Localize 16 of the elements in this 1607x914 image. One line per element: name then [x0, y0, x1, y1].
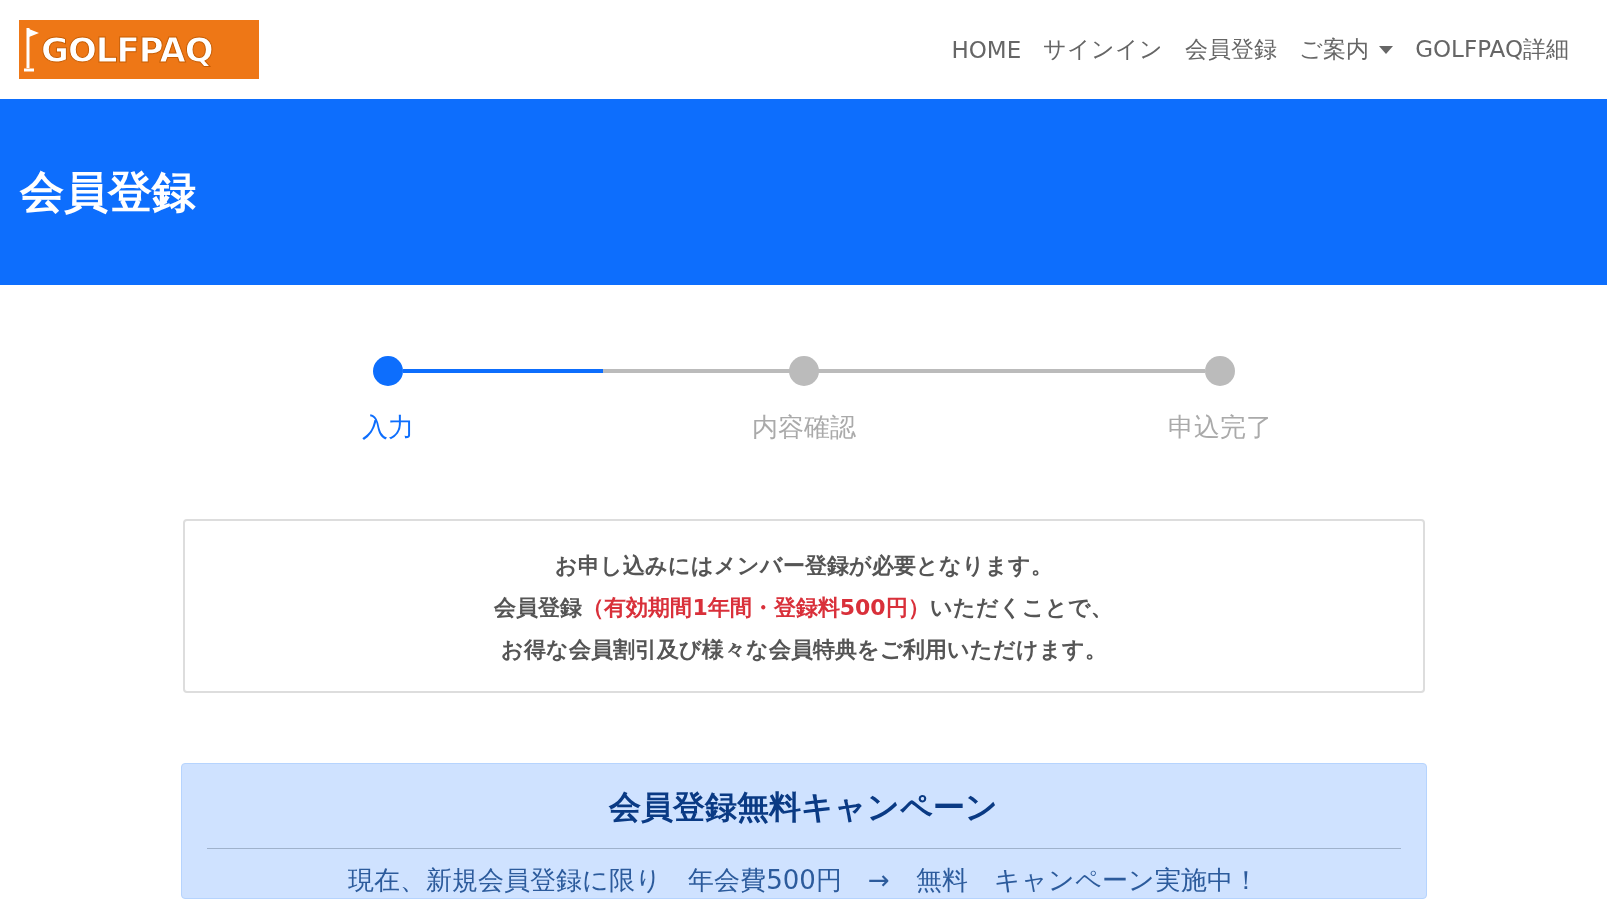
page-title: 会員登録 [20, 164, 196, 219]
nav-link[interactable]: HOME [951, 34, 1022, 65]
step-label: 申込完了 [1167, 411, 1272, 444]
flag-icon [23, 25, 39, 74]
nav-link[interactable]: 会員登録 [1185, 34, 1278, 65]
notice-text: お得な会員割引及び様々な会員特典をご利用いただけます。 [499, 636, 1108, 664]
nav-link[interactable]: サインイン [1043, 34, 1164, 65]
step-label: 内容確認 [751, 411, 856, 444]
campaign-text: 現在、新規会員登録に限り 年会費500円 → 無料 キャンペーン実施中！ [347, 864, 1260, 897]
nav-link[interactable]: GOLFPAQ詳細 [1415, 34, 1569, 65]
golfpaq-logo[interactable]: GOLFPAQ [19, 20, 259, 79]
nav-link[interactable]: ご案内 [1299, 34, 1394, 65]
notice-text: お申し込みにはメンバー登録が必要となります。 [553, 552, 1054, 580]
step-label: 入力 [361, 411, 414, 444]
campaign-title: 会員登録無料キャンペーン [206, 786, 1401, 849]
notice-text: 会員登録（有効期間1年間・登録料500円）いただくことで、 [493, 594, 1114, 622]
